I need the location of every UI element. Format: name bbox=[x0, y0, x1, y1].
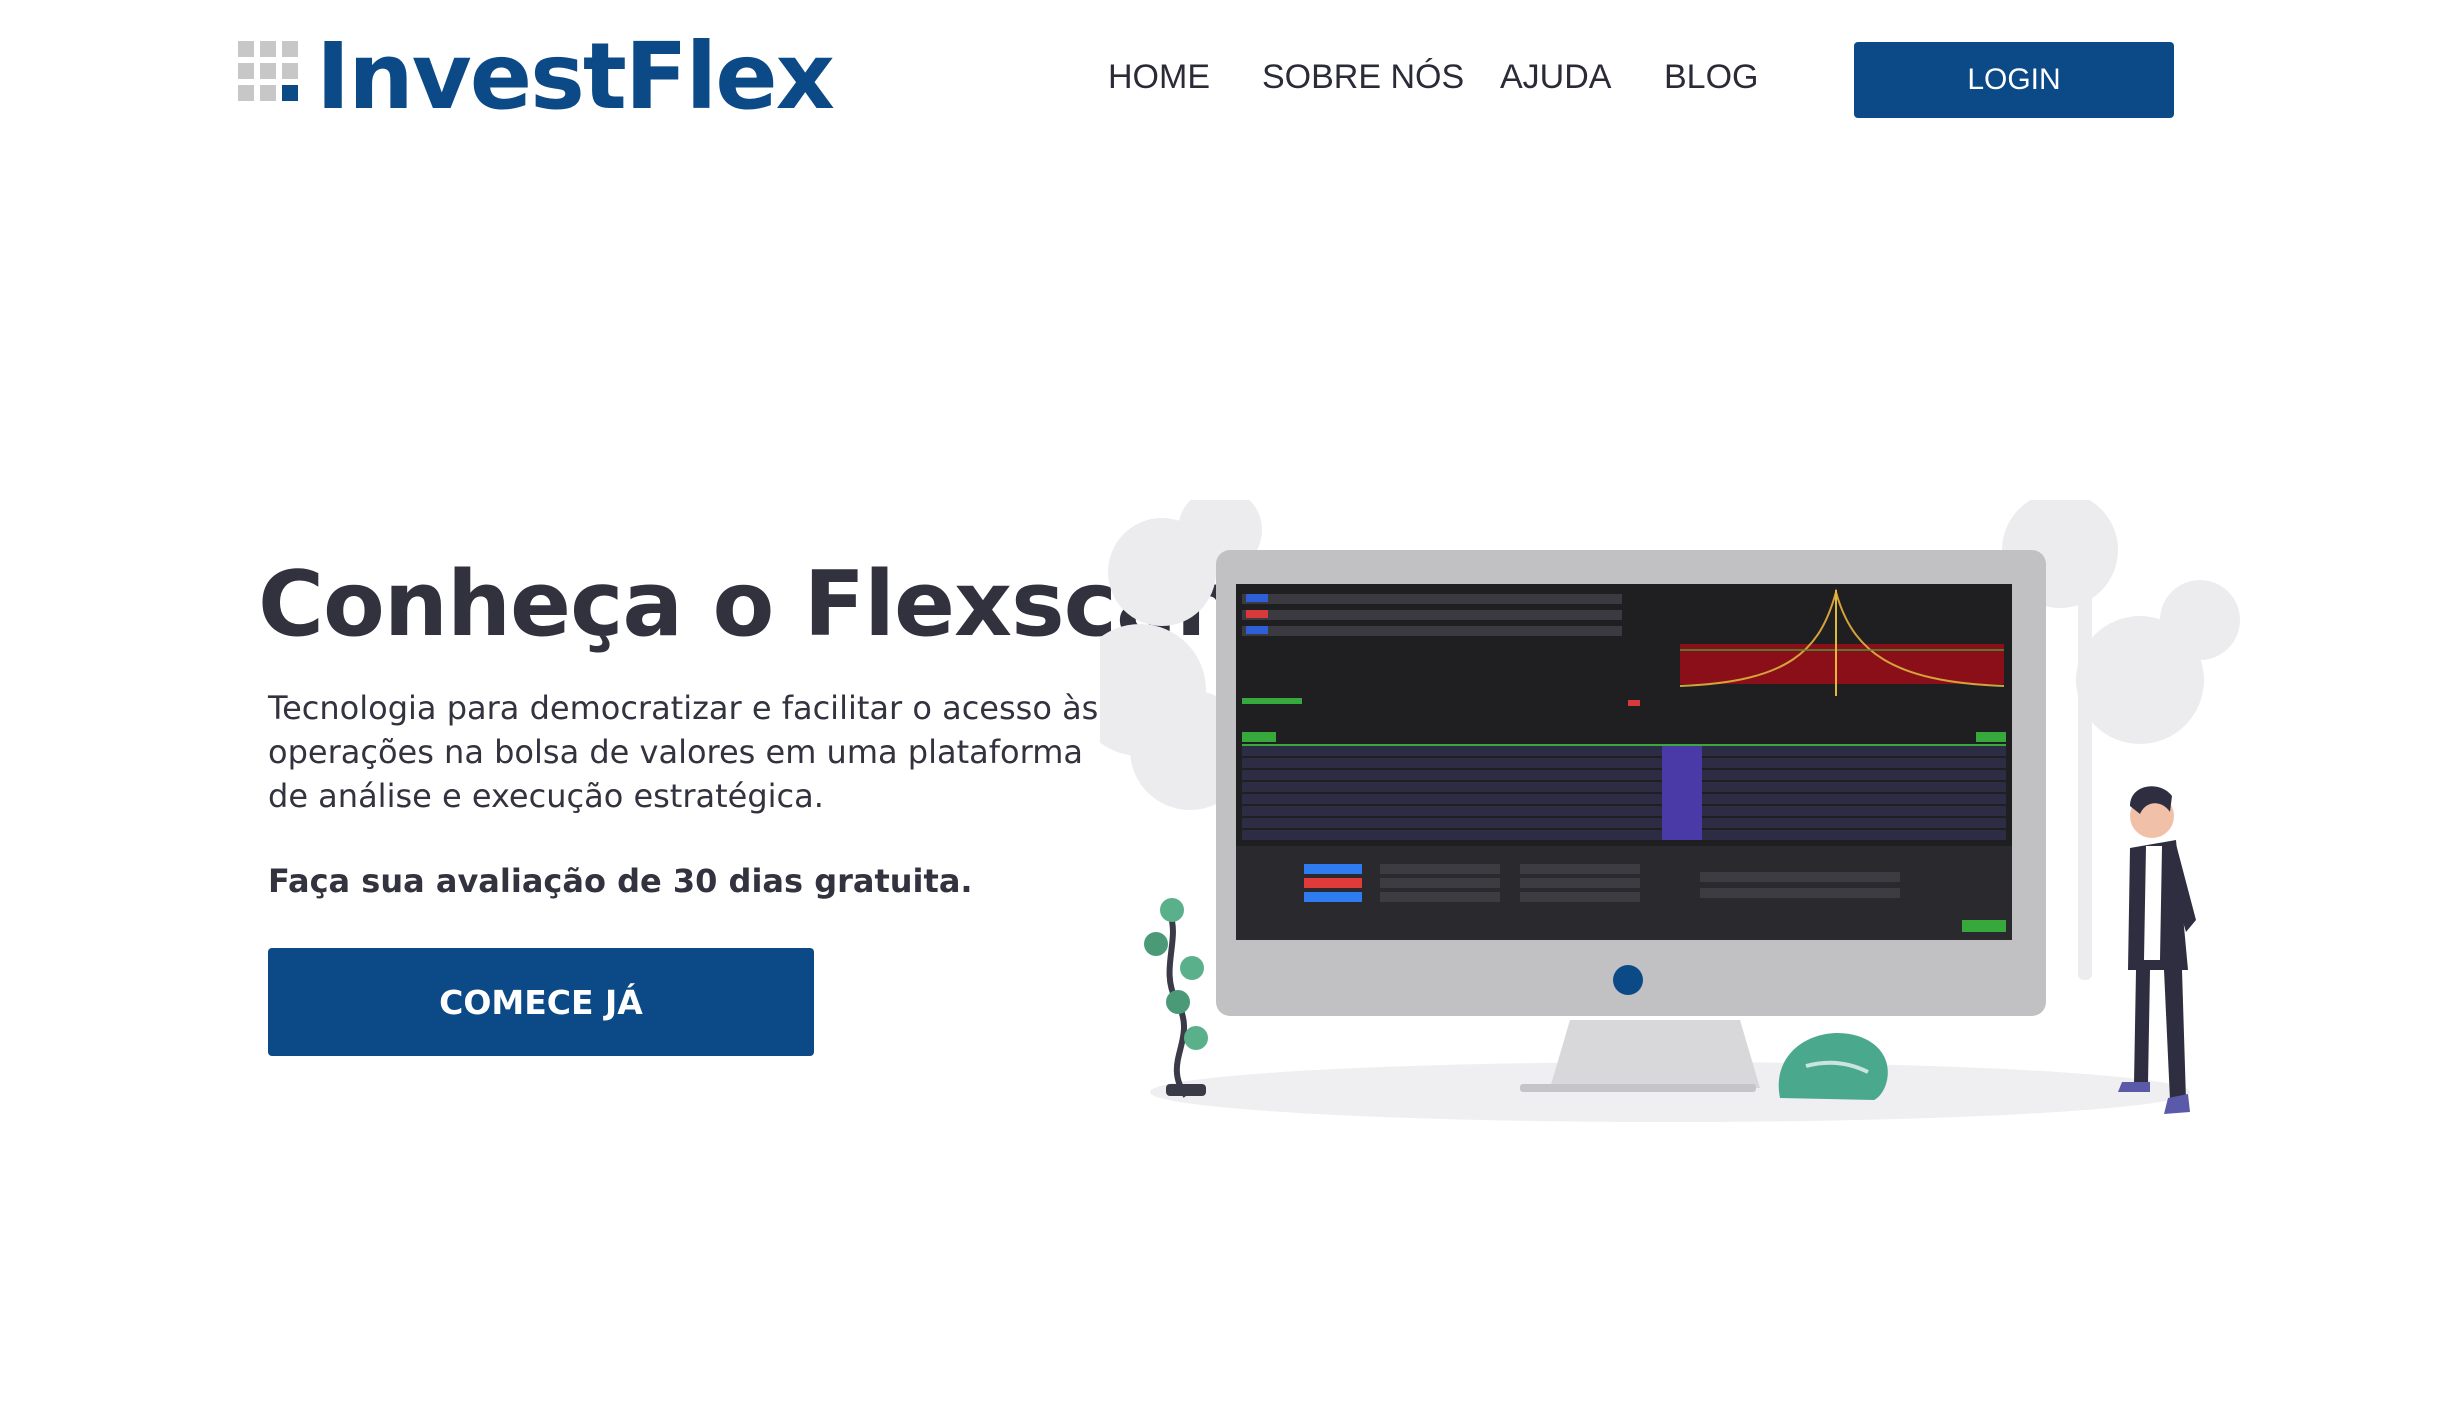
nav-sobre-nos[interactable]: SOBRE NÓS bbox=[1262, 58, 1464, 97]
hero-illustration bbox=[1100, 500, 2240, 1122]
login-button[interactable]: LOGIN bbox=[1854, 42, 2174, 118]
hero-description: Tecnologia para democratizar e facilitar… bbox=[268, 689, 1099, 815]
monitor-logo-icon bbox=[1613, 965, 1643, 995]
monitor-base bbox=[1520, 1084, 1756, 1092]
logo[interactable]: InvestFlex bbox=[238, 23, 835, 130]
trial-offer-text: Faça sua avaliação de 30 dias gratuita. bbox=[268, 862, 973, 900]
logo-grid-icon bbox=[238, 41, 310, 113]
monitor-stand bbox=[1550, 1020, 1760, 1088]
nav-blog[interactable]: BLOG bbox=[1664, 58, 1758, 97]
nav-home[interactable]: HOME bbox=[1108, 58, 1210, 97]
plant-left-icon bbox=[1144, 898, 1208, 1098]
start-now-button[interactable]: COMECE JÁ bbox=[268, 948, 814, 1056]
logo-text: InvestFlex bbox=[316, 23, 835, 130]
hero-title: Conheça o Flexscan bbox=[258, 552, 1240, 657]
person-figure-icon bbox=[2118, 786, 2196, 1114]
plant-pot-icon bbox=[1778, 1032, 1888, 1100]
nav-ajuda[interactable]: AJUDA bbox=[1500, 58, 1611, 97]
monitor-screen bbox=[1236, 584, 2012, 940]
